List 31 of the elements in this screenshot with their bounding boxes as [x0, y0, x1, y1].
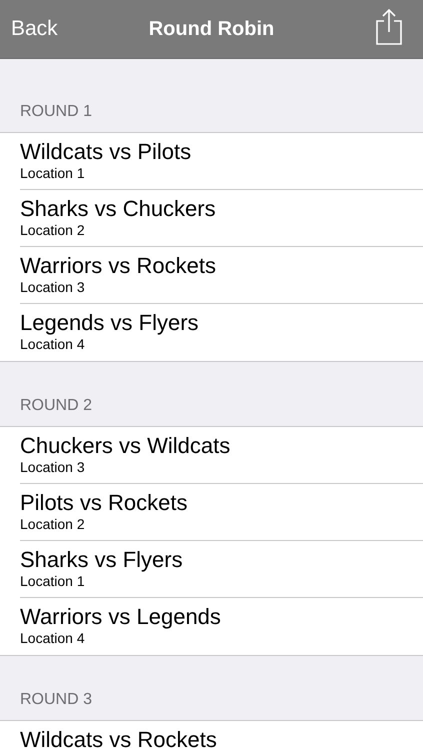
- match-row[interactable]: Legends vs Flyers Location 4: [20, 304, 423, 361]
- match-title: Pilots vs Rockets: [20, 490, 188, 516]
- match-location: Location 2: [20, 222, 86, 239]
- match-location: Location 3: [20, 279, 86, 296]
- match-location: Location 3: [20, 459, 86, 476]
- match-location: Location 4: [20, 630, 86, 647]
- back-button[interactable]: Back: [11, 17, 58, 41]
- match-row[interactable]: Wildcats vs Pilots Location 1: [20, 133, 423, 190]
- match-title: Wildcats vs Rockets: [20, 727, 218, 750]
- match-location: Location 4: [20, 336, 86, 353]
- share-icon[interactable]: [375, 9, 403, 45]
- match-title: Legends vs Flyers: [20, 310, 200, 336]
- match-title: Chuckers vs Wildcats: [20, 433, 232, 459]
- section-header: ROUND 3: [20, 691, 92, 708]
- match-title: Sharks vs Chuckers: [20, 196, 217, 222]
- screen-title: Round Robin: [148, 18, 274, 40]
- section-header: ROUND 2: [20, 397, 92, 414]
- match-row[interactable]: Warriors vs Rockets Location 3: [20, 247, 423, 304]
- match-location: Location 1: [20, 165, 86, 182]
- section-header: ROUND 1: [20, 103, 92, 120]
- match-title: Warriors vs Rockets: [20, 253, 217, 279]
- match-location: Location 1: [20, 573, 86, 590]
- match-title: Wildcats vs Pilots: [20, 139, 192, 165]
- match-row[interactable]: Chuckers vs Wildcats Location 3: [20, 427, 423, 484]
- match-row[interactable]: Warriors vs Legends Location 4: [20, 598, 423, 655]
- match-row[interactable]: Sharks vs Flyers Location 1: [20, 541, 423, 598]
- match-title: Sharks vs Flyers: [20, 547, 184, 573]
- match-row[interactable]: Pilots vs Rockets Location 2: [20, 484, 423, 541]
- match-title: Warriors vs Legends: [20, 604, 222, 630]
- match-location: Location 2: [20, 516, 86, 533]
- match-row[interactable]: Sharks vs Chuckers Location 2: [20, 190, 423, 247]
